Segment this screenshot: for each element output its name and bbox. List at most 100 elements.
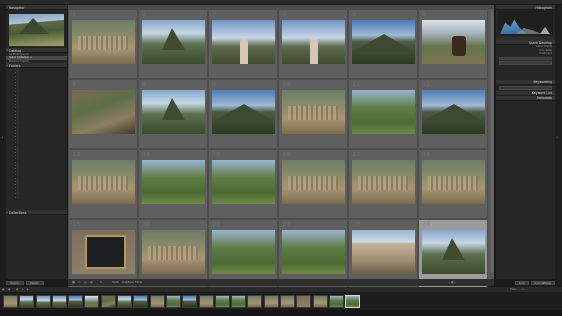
filmstrip-thumbnail[interactable]: [198, 295, 214, 308]
cell-index: 18: [422, 151, 431, 158]
photo-thumbnail[interactable]: [142, 90, 205, 134]
filmstrip-thumbnail[interactable]: [84, 295, 100, 308]
collapse-right-icon[interactable]: ▸: [557, 135, 559, 139]
forward-arrow-icon[interactable]: ▸: [27, 288, 28, 291]
filmstrip-thumbnail[interactable]: [117, 295, 133, 308]
folder-tree: [6, 68, 67, 210]
filmstrip-thumbnail[interactable]: [345, 295, 361, 308]
photo-thumbnail[interactable]: [212, 230, 275, 274]
grid-cell[interactable]: 14: [138, 149, 208, 219]
filmstrip-thumbnail[interactable]: [35, 295, 51, 308]
grid-cell[interactable]: 7: [68, 79, 138, 149]
photo-thumbnail[interactable]: [142, 160, 205, 204]
right-panel-edge[interactable]: ▸: [555, 5, 562, 287]
folder-item[interactable]: [15, 196, 67, 199]
thumbnail-size-slider[interactable]: —◆—: [448, 280, 456, 284]
navigator-preview[interactable]: [9, 14, 64, 46]
photo-thumbnail[interactable]: [282, 20, 345, 64]
grid-cell[interactable]: 8: [138, 79, 208, 149]
photo-thumbnail[interactable]: [282, 160, 345, 204]
filmstrip-thumbnail[interactable]: [165, 295, 181, 308]
grid-cell[interactable]: 15: [208, 149, 278, 219]
photo-thumbnail[interactable]: [142, 230, 205, 274]
photo-thumbnail[interactable]: [72, 20, 135, 64]
filmstrip-thumbnail[interactable]: [231, 295, 247, 308]
photo-thumbnail[interactable]: [72, 90, 135, 134]
photo-thumbnail[interactable]: [72, 230, 135, 274]
grid-cell[interactable]: 6: [418, 9, 488, 79]
filmstrip-thumbnail[interactable]: [3, 295, 18, 308]
filmstrip-thumbnail[interactable]: [100, 295, 116, 308]
photo-thumbnail[interactable]: [422, 230, 485, 274]
photo-thumbnail[interactable]: [352, 160, 415, 204]
collapse-left-icon[interactable]: ◂: [2, 135, 4, 139]
sync-settings-button[interactable]: Sync Settings: [530, 281, 555, 285]
grid-cell[interactable]: 12: [418, 79, 488, 149]
grid-cell[interactable]: 13: [68, 149, 138, 219]
cell-index: 23: [352, 221, 361, 228]
filmstrip-thumbnail[interactable]: [51, 295, 67, 308]
grid-cell[interactable]: 4: [278, 9, 348, 79]
filmstrip-thumbnail[interactable]: [296, 295, 312, 308]
grid-cell[interactable]: 18: [418, 149, 488, 219]
filmstrip-thumbnail[interactable]: [149, 295, 165, 308]
photo-thumbnail[interactable]: [422, 20, 485, 64]
filter-dropdown[interactable]: ▭: [522, 288, 524, 291]
export-button[interactable]: Export...: [26, 281, 45, 285]
grid-scrollbar[interactable]: [491, 11, 493, 273]
metadata-label: Metadata: [536, 96, 552, 101]
keyword-tags-field[interactable]: [499, 85, 552, 90]
navigator-header[interactable]: ▾ Navigator: [6, 5, 67, 10]
photo-thumbnail[interactable]: [282, 90, 345, 134]
back-arrow-icon[interactable]: ◂: [22, 288, 23, 291]
grid-cell[interactable]: 11: [348, 79, 418, 149]
sync-button[interactable]: Sync: [514, 281, 529, 285]
photo-thumbnail[interactable]: [212, 20, 275, 64]
filmstrip-thumbnail[interactable]: [182, 295, 198, 308]
filmstrip-thumbnail[interactable]: [312, 295, 328, 308]
compare-view-icon[interactable]: ◫: [84, 280, 87, 284]
photo-thumbnail[interactable]: [352, 230, 415, 274]
photo-thumbnail[interactable]: [422, 90, 485, 134]
photo-thumbnail[interactable]: [142, 20, 205, 64]
photo-thumbnail[interactable]: [212, 90, 275, 134]
photo-thumbnail[interactable]: [352, 20, 415, 64]
grid-cell[interactable]: 5: [348, 9, 418, 79]
filmstrip-thumbnail[interactable]: [263, 295, 279, 308]
white-balance-dropdown[interactable]: [499, 61, 552, 65]
import-button[interactable]: Import...: [6, 281, 25, 285]
filmstrip-thumbnail[interactable]: [214, 295, 230, 308]
grid-cell[interactable]: 16: [278, 149, 348, 219]
cell-index: 3: [212, 11, 217, 18]
cell-index: 8: [142, 81, 147, 88]
survey-view-icon[interactable]: ▤: [90, 280, 93, 284]
grid-cell[interactable]: 2: [138, 9, 208, 79]
filmstrip-thumbnail[interactable]: [328, 295, 344, 308]
keywording-header[interactable]: Keywording: [496, 79, 555, 85]
monitor-2-icon[interactable]: ▣: [8, 288, 10, 291]
grid-cell[interactable]: 10: [278, 79, 348, 149]
grid-icon[interactable]: ▦: [16, 288, 18, 291]
photo-thumbnail[interactable]: [352, 90, 415, 134]
grid-cell[interactable]: 1: [68, 9, 138, 79]
grid-cell[interactable]: 9: [208, 79, 278, 149]
photo-thumbnail[interactable]: [72, 160, 135, 204]
grid-cell[interactable]: 17: [348, 149, 418, 219]
preset-dropdown[interactable]: [499, 56, 552, 61]
collections-header[interactable]: ▸ Collections: [6, 210, 67, 216]
loupe-view-icon[interactable]: ▭: [78, 280, 81, 284]
filmstrip-thumbnail[interactable]: [133, 295, 149, 308]
photo-thumbnail[interactable]: [212, 160, 275, 204]
monitor-1-icon[interactable]: ▣: [2, 288, 4, 291]
filmstrip-thumbnail[interactable]: [68, 295, 84, 308]
grid-view-icon[interactable]: ▦: [72, 280, 75, 284]
filmstrip-thumbnail[interactable]: [280, 295, 296, 308]
photo-thumbnail[interactable]: [422, 160, 485, 204]
filmstrip-thumbnail[interactable]: [19, 295, 35, 308]
filmstrip-thumbnail[interactable]: [247, 295, 263, 308]
sort-dropdown[interactable]: Capture Time: [122, 280, 142, 284]
painter-icon[interactable]: ✎: [100, 280, 103, 284]
quick-develop-row[interactable]: Treatment: [496, 52, 555, 56]
photo-thumbnail[interactable]: [282, 230, 345, 274]
grid-cell[interactable]: 3: [208, 9, 278, 79]
